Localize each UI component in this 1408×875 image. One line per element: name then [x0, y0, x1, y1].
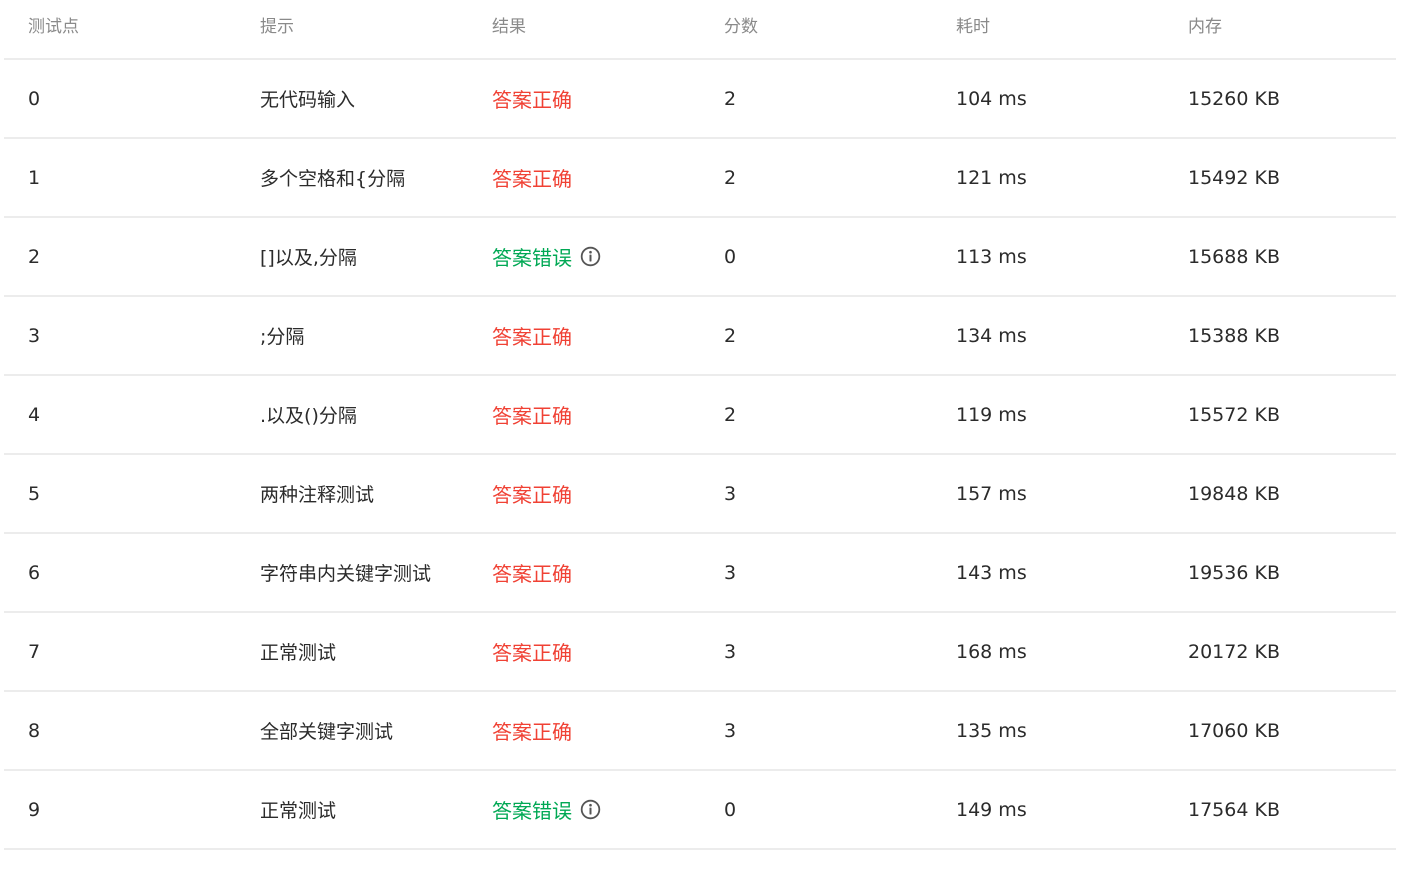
result-status-text: 答案错误 [492, 246, 572, 270]
test-score: 2 [724, 166, 737, 189]
test-score: 3 [724, 640, 737, 663]
test-point-id: 3 [28, 324, 41, 347]
test-point-id: 6 [28, 561, 41, 584]
result-status-text: 答案正确 [492, 641, 572, 665]
test-result: 答案正确 [492, 455, 572, 532]
test-point-id: 2 [28, 245, 41, 268]
test-result: 答案正确 [492, 60, 572, 137]
test-result: 答案正确 [492, 139, 572, 216]
test-result: 答案正确 [492, 297, 572, 374]
test-hint: 无代码输入 [260, 89, 356, 111]
test-score: 0 [724, 245, 737, 268]
test-time: 113 ms [956, 245, 1027, 268]
test-time: 149 ms [956, 798, 1027, 821]
test-point-id: 7 [28, 640, 41, 663]
test-score: 3 [724, 719, 737, 742]
table-row: 7 正常测试 答案正确 3 168 ms 20172 KB [4, 613, 1396, 692]
table-row: 1 多个空格和{分隔 答案正确 2 121 ms 15492 KB [4, 139, 1396, 218]
header-result: 结果 [492, 17, 526, 37]
test-result: 答案正确 [492, 613, 572, 690]
test-memory: 17060 KB [1188, 719, 1280, 742]
test-hint: 两种注释测试 [260, 484, 375, 506]
result-status-text: 答案正确 [492, 562, 572, 586]
test-results-table: 测试点 提示 结果 分数 耗时 内存 0 无代码输入 答案正确 2 104 ms 1526… [4, 0, 1396, 850]
test-time: 134 ms [956, 324, 1027, 347]
test-hint: 正常测试 [260, 642, 337, 664]
table-row: 8 全部关键字测试 答案正确 3 135 ms 17060 KB [4, 692, 1396, 771]
test-point-id: 9 [28, 798, 41, 821]
header-test-point: 测试点 [28, 17, 79, 37]
test-memory: 20172 KB [1188, 640, 1280, 663]
table-row: 5 两种注释测试 答案正确 3 157 ms 19848 KB [4, 455, 1396, 534]
test-time: 121 ms [956, 166, 1027, 189]
table-row: 9 正常测试 答案错误 0 149 ms 17564 KB [4, 771, 1396, 850]
test-point-id: 5 [28, 482, 41, 505]
test-memory: 15492 KB [1188, 166, 1280, 189]
result-status-text: 答案正确 [492, 325, 572, 349]
info-circle-icon[interactable] [580, 246, 601, 267]
test-memory: 15388 KB [1188, 324, 1280, 347]
test-hint: 多个空格和{分隔 [260, 168, 406, 190]
result-status-text: 答案正确 [492, 167, 572, 191]
test-result: 答案错误 [492, 218, 601, 295]
test-memory: 15572 KB [1188, 403, 1280, 426]
table-row: 6 字符串内关键字测试 答案正确 3 143 ms 19536 KB [4, 534, 1396, 613]
header-time: 耗时 [956, 17, 990, 37]
test-memory: 15688 KB [1188, 245, 1280, 268]
result-status-text: 答案正确 [492, 720, 572, 744]
test-hint: .以及()分隔 [260, 405, 357, 427]
test-score: 3 [724, 561, 737, 584]
table-header-row: 测试点 提示 结果 分数 耗时 内存 [4, 0, 1396, 60]
test-score: 0 [724, 798, 737, 821]
result-status-text: 答案正确 [492, 88, 572, 112]
table-row: 2 []以及,分隔 答案错误 0 113 ms 15688 KB [4, 218, 1396, 297]
test-memory: 19536 KB [1188, 561, 1280, 584]
test-hint: ;分隔 [260, 326, 305, 348]
test-time: 143 ms [956, 561, 1027, 584]
header-hint: 提示 [260, 17, 294, 37]
table-row: 3 ;分隔 答案正确 2 134 ms 15388 KB [4, 297, 1396, 376]
test-hint: []以及,分隔 [260, 247, 357, 269]
test-hint: 字符串内关键字测试 [260, 563, 432, 585]
test-memory: 17564 KB [1188, 798, 1280, 821]
test-result: 答案正确 [492, 534, 572, 611]
result-status-text: 答案正确 [492, 404, 572, 428]
test-score: 2 [724, 403, 737, 426]
table-body: 0 无代码输入 答案正确 2 104 ms 15260 KB 1 多个空格和{分隔 答案正确 2 1… [4, 60, 1396, 850]
test-point-id: 1 [28, 166, 41, 189]
test-memory: 19848 KB [1188, 482, 1280, 505]
test-score: 2 [724, 87, 737, 110]
test-time: 157 ms [956, 482, 1027, 505]
test-time: 104 ms [956, 87, 1027, 110]
test-score: 3 [724, 482, 737, 505]
test-point-id: 4 [28, 403, 41, 426]
test-time: 135 ms [956, 719, 1027, 742]
test-point-id: 0 [28, 87, 41, 110]
header-score: 分数 [724, 17, 758, 37]
test-time: 168 ms [956, 640, 1027, 663]
info-circle-icon[interactable] [580, 799, 601, 820]
test-result: 答案正确 [492, 692, 572, 769]
header-memory: 内存 [1188, 17, 1222, 37]
test-result: 答案正确 [492, 376, 572, 453]
test-result: 答案错误 [492, 771, 601, 848]
test-hint: 正常测试 [260, 800, 337, 822]
result-status-text: 答案错误 [492, 799, 572, 823]
test-score: 2 [724, 324, 737, 347]
table-row: 0 无代码输入 答案正确 2 104 ms 15260 KB [4, 60, 1396, 139]
test-hint: 全部关键字测试 [260, 721, 394, 743]
test-point-id: 8 [28, 719, 41, 742]
test-time: 119 ms [956, 403, 1027, 426]
test-memory: 15260 KB [1188, 87, 1280, 110]
table-row: 4 .以及()分隔 答案正确 2 119 ms 15572 KB [4, 376, 1396, 455]
result-status-text: 答案正确 [492, 483, 572, 507]
